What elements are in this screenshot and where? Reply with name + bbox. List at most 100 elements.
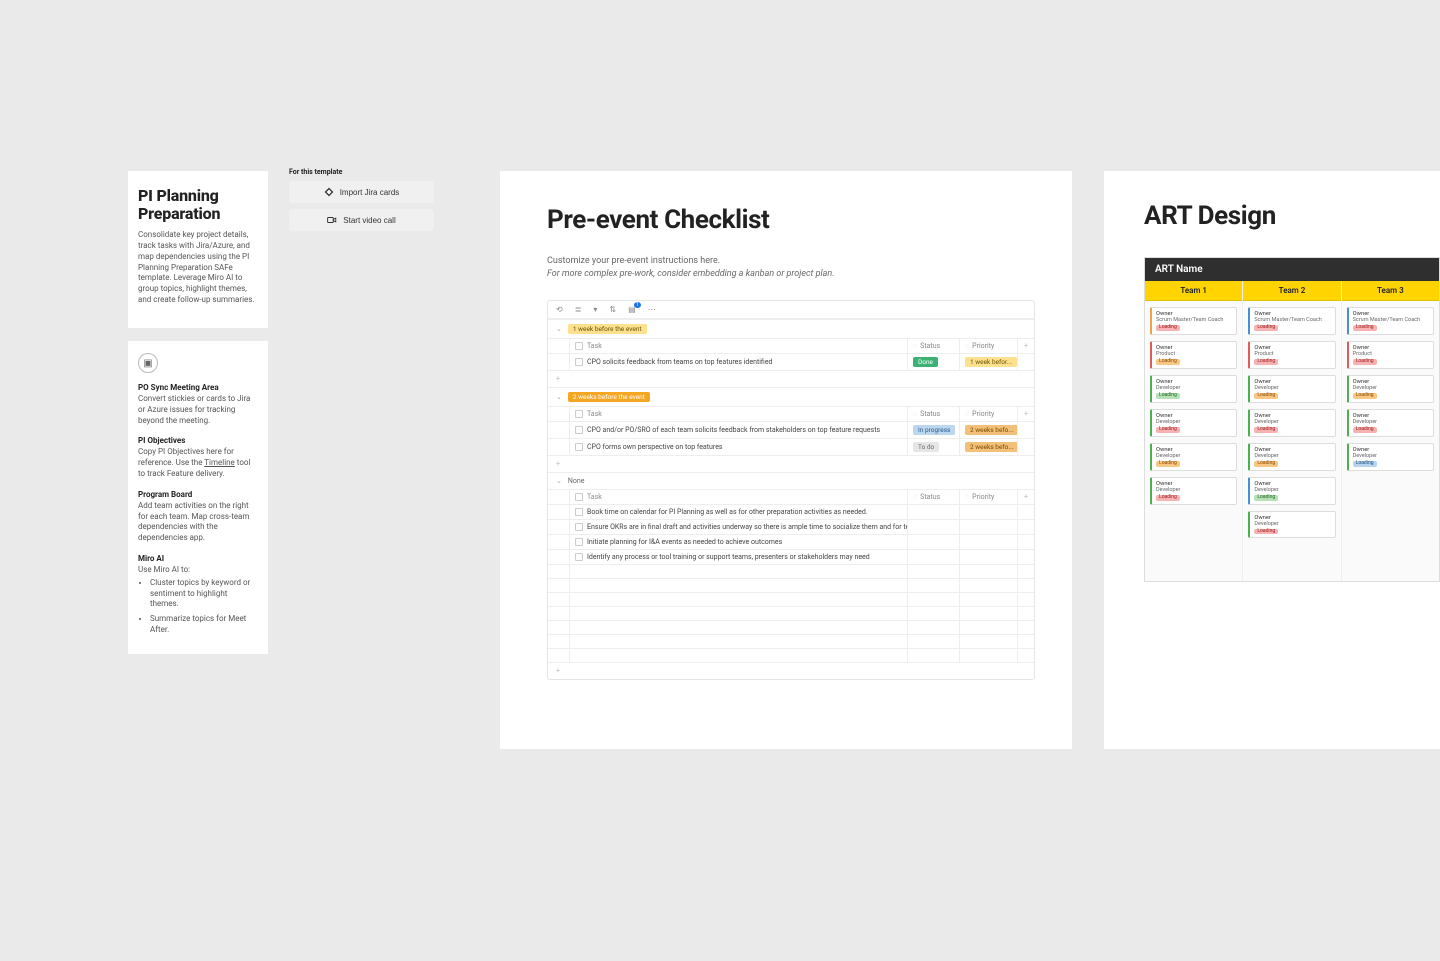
start-video-button[interactable]: Start video call <box>289 209 434 231</box>
art-col-2[interactable]: Team 2 OwnerScrum Master/Team CoachLoadi… <box>1243 281 1341 581</box>
section-2-add-row[interactable]: + <box>548 455 1034 472</box>
status-cell[interactable] <box>908 519 960 534</box>
art-card[interactable]: OwnerProductLoading <box>1150 341 1237 369</box>
task-cell[interactable]: Book time on calendar for PI Planning as… <box>570 504 908 519</box>
task-cell[interactable]: CPO and/or PO/SRO of each team solicits … <box>570 421 908 438</box>
priority-cell[interactable] <box>960 504 1018 519</box>
status-cell[interactable]: Done <box>908 353 960 370</box>
art-card[interactable]: OwnerScrum Master/Team CoachLoading <box>1347 307 1434 335</box>
checkbox-icon[interactable] <box>575 508 583 516</box>
art-board[interactable]: ART Name Team 1 OwnerScrum Master/Team C… <box>1144 257 1440 582</box>
art-col-1[interactable]: Team 1 OwnerScrum Master/Team CoachLoadi… <box>1145 281 1243 581</box>
import-jira-button[interactable]: Import Jira cards <box>289 181 434 203</box>
priority-cell[interactable]: 2 weeks befo... <box>960 421 1018 438</box>
guide-ul-miroai: Cluster topics by keyword or sentiment t… <box>138 578 258 636</box>
table-row[interactable]: Identify any process or tool training or… <box>548 549 1034 564</box>
status-badge: To do <box>913 442 939 452</box>
col-task: Task <box>570 338 908 353</box>
checklist-table[interactable]: ⟲ ≣ ▾ ⇅ ▤1 ⋯ ⌄ 1 week before the event T… <box>547 300 1035 680</box>
tag-badge: Loading <box>1156 393 1180 399</box>
art-card[interactable]: OwnerDeveloperLoading <box>1150 375 1237 403</box>
status-cell[interactable] <box>908 534 960 549</box>
checkbox-icon[interactable] <box>575 443 583 451</box>
tag-badge: Loading <box>1353 325 1377 331</box>
art-card[interactable]: OwnerDeveloperLoading <box>1248 511 1335 539</box>
book-icon: ▣ <box>138 353 158 373</box>
art-col-3-header: Team 3 <box>1342 281 1439 301</box>
guide-li-1: Cluster topics by keyword or sentiment t… <box>150 578 258 610</box>
tag-badge: Loading <box>1353 461 1377 467</box>
priority-cell[interactable] <box>960 549 1018 564</box>
status-cell[interactable]: In progress <box>908 421 960 438</box>
section-1-header[interactable]: ⌄ 1 week before the event <box>548 319 1034 338</box>
tag-badge: Loading <box>1254 427 1278 433</box>
checkbox-icon[interactable] <box>575 523 583 531</box>
checkbox-icon[interactable] <box>575 538 583 546</box>
art-design-card[interactable]: ART Design ART Name Team 1 OwnerScrum Ma… <box>1104 171 1440 749</box>
toolbar-filter-icon[interactable]: ▾ <box>593 305 597 314</box>
task-cell[interactable]: Identify any process or tool training or… <box>570 549 908 564</box>
art-card[interactable]: OwnerScrum Master/Team CoachLoading <box>1150 307 1237 335</box>
table-row[interactable]: CPO solicits feedback from teams on top … <box>548 353 1034 370</box>
task-cell[interactable]: CPO forms own perspective on top feature… <box>570 438 908 455</box>
col-add[interactable]: + <box>1018 406 1034 421</box>
task-cell[interactable]: Ensure OKRs are in final draft and activ… <box>570 519 908 534</box>
checklist-card[interactable]: Pre-event Checklist Customize your pre-e… <box>500 171 1072 749</box>
priority-cell[interactable]: 2 weeks befo... <box>960 438 1018 455</box>
toolbar-more-icon[interactable]: ⋯ <box>648 305 656 314</box>
table-row[interactable]: Book time on calendar for PI Planning as… <box>548 504 1034 519</box>
timeline-link[interactable]: Timeline <box>204 458 235 467</box>
art-card[interactable]: OwnerScrum Master/Team CoachLoading <box>1248 307 1335 335</box>
priority-cell[interactable] <box>960 519 1018 534</box>
tag-badge: Loading <box>1254 495 1278 501</box>
art-card[interactable]: OwnerDeveloperLoading <box>1347 375 1434 403</box>
section-3-header[interactable]: ⌄ None <box>548 472 1034 489</box>
priority-cell[interactable]: 1 week befor... <box>960 353 1018 370</box>
art-card[interactable]: OwnerDeveloperLoading <box>1347 409 1434 437</box>
toolbar-group-icon[interactable]: ▤1 <box>628 305 636 314</box>
intro-card[interactable]: PI Planning Preparation Consolidate key … <box>128 171 268 328</box>
table-row[interactable]: CPO and/or PO/SRO of each team solicits … <box>548 421 1034 438</box>
section-2-header[interactable]: ⌄ 2 weeks before the event <box>548 387 1034 406</box>
art-card[interactable]: OwnerProductLoading <box>1347 341 1434 369</box>
table-row[interactable]: CPO forms own perspective on top feature… <box>548 438 1034 455</box>
art-card[interactable]: OwnerDeveloperLoading <box>1248 409 1335 437</box>
checkbox-icon[interactable] <box>575 553 583 561</box>
toolbar-sort-icon[interactable]: ⇅ <box>609 305 616 314</box>
art-col-3[interactable]: Team 3 OwnerScrum Master/Team CoachLoadi… <box>1342 281 1439 581</box>
task-cell[interactable]: CPO solicits feedback from teams on top … <box>570 353 908 370</box>
guide-h-posync: PO Sync Meeting Area <box>138 383 258 392</box>
guide-card[interactable]: ▣ PO Sync Meeting Area Convert stickies … <box>128 341 268 654</box>
table-row[interactable]: Initiate planning for I&A events as need… <box>548 534 1034 549</box>
guide-li-2: Summarize topics for Meet After. <box>150 614 258 636</box>
art-card[interactable]: OwnerDeveloperLoading <box>1248 477 1335 505</box>
task-cell[interactable]: Initiate planning for I&A events as need… <box>570 534 908 549</box>
art-card[interactable]: OwnerProductLoading <box>1248 341 1335 369</box>
art-card[interactable]: OwnerDeveloperLoading <box>1248 375 1335 403</box>
section-3-add-row[interactable]: + <box>548 662 1034 679</box>
status-cell[interactable] <box>908 504 960 519</box>
table-row[interactable]: Ensure OKRs are in final draft and activ… <box>548 519 1034 534</box>
priority-badge: 2 weeks befo... <box>965 425 1018 435</box>
section-1-add-row[interactable]: + <box>548 370 1034 387</box>
checklist-subtitle: Customize your pre-event instructions he… <box>547 255 1038 280</box>
art-card[interactable]: OwnerDeveloperLoading <box>1347 443 1434 471</box>
blank-rows[interactable] <box>548 564 1034 662</box>
intro-title: PI Planning Preparation <box>138 187 258 222</box>
status-cell[interactable]: To do <box>908 438 960 455</box>
chevron-down-icon: ⌄ <box>556 325 562 333</box>
art-card[interactable]: OwnerDeveloperLoading <box>1150 443 1237 471</box>
status-cell[interactable] <box>908 549 960 564</box>
checkbox-icon[interactable] <box>575 358 583 366</box>
col-add[interactable]: + <box>1018 338 1034 353</box>
checkbox-icon[interactable] <box>575 426 583 434</box>
art-card[interactable]: OwnerDeveloperLoading <box>1248 443 1335 471</box>
toolbar-refresh-icon[interactable]: ⟲ <box>556 305 563 314</box>
toolbar-list-icon[interactable]: ≣ <box>575 305 582 314</box>
col-add[interactable]: + <box>1018 489 1034 504</box>
priority-cell[interactable] <box>960 534 1018 549</box>
board-canvas[interactable]: PI Planning Preparation Consolidate key … <box>0 0 1440 961</box>
art-card[interactable]: OwnerDeveloperLoading <box>1150 477 1237 505</box>
art-card[interactable]: OwnerDeveloperLoading <box>1150 409 1237 437</box>
tag-badge: Loading <box>1353 427 1377 433</box>
